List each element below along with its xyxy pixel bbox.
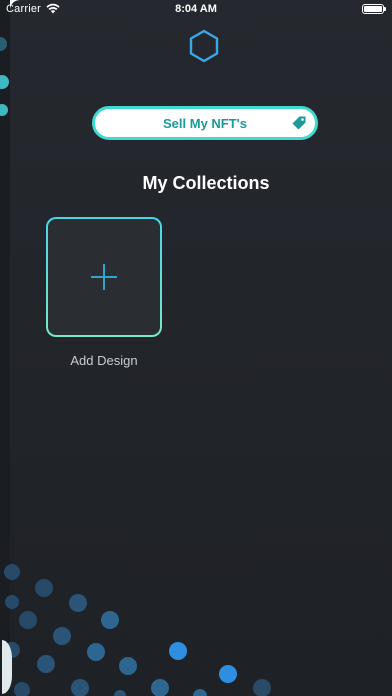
- add-design-button[interactable]: [46, 217, 162, 337]
- status-bar: Carrier 8:04 AM: [0, 0, 392, 22]
- status-time: 8:04 AM: [175, 3, 217, 15]
- sell-my-nfts-button[interactable]: Sell My NFT's: [92, 106, 318, 140]
- plus-icon: [91, 264, 117, 290]
- sell-button-label: Sell My NFT's: [163, 116, 247, 131]
- left-edge: [0, 0, 10, 696]
- add-design-card-inner: [48, 219, 160, 335]
- main-background: [10, 0, 392, 696]
- battery-icon: [362, 4, 386, 14]
- tag-icon: [292, 116, 306, 130]
- add-design-label: Add Design: [70, 353, 138, 368]
- app-screen: Carrier 8:04 AM Sell My NFT's My Collect…: [0, 0, 392, 696]
- my-collections-title: My Collections: [142, 173, 270, 193]
- hexagon-icon: [189, 29, 219, 63]
